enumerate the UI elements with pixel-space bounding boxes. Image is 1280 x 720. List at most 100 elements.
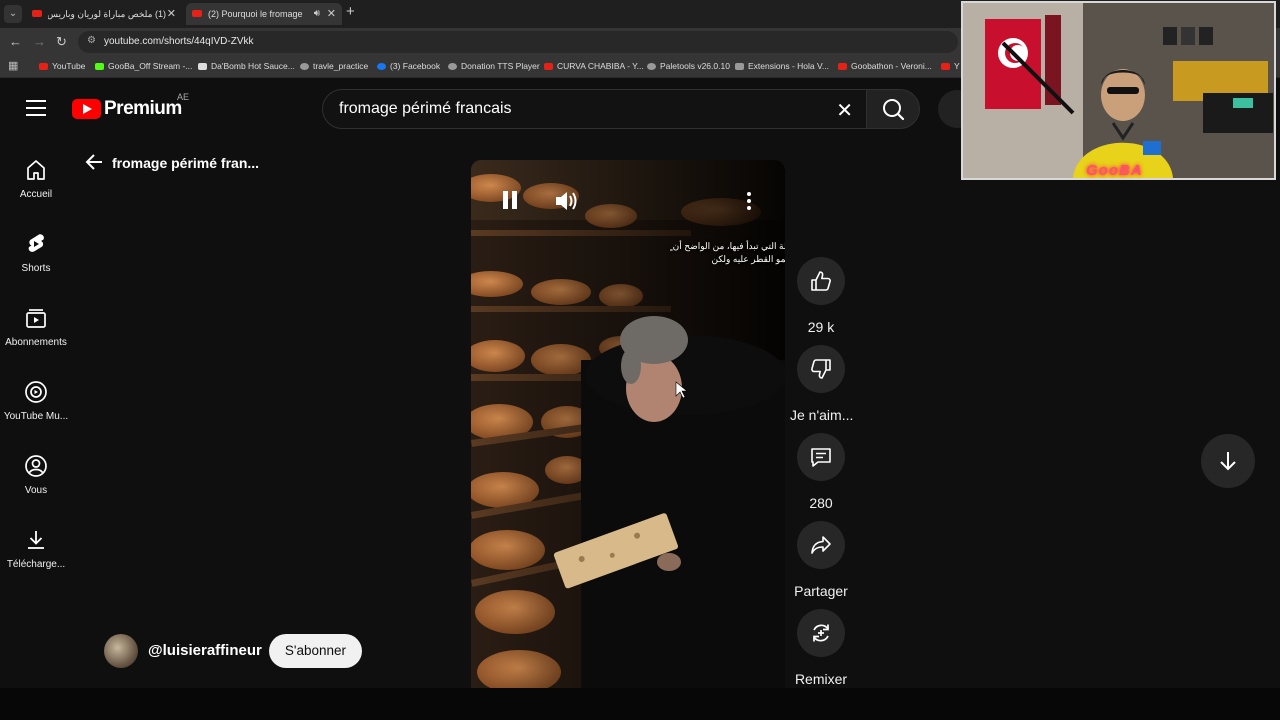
comment-icon [811,448,831,467]
pause-icon[interactable] [501,190,519,210]
menu-icon[interactable] [26,100,46,116]
sidebar-item-you[interactable]: Vous [0,454,72,514]
webcam-overlay [961,1,1276,180]
compass-icon [300,63,309,70]
sidebar-item-home[interactable]: Accueil [0,158,72,218]
new-tab-button[interactable]: + [346,3,355,20]
dislike-action: Je n'aim... [790,345,854,423]
url-text: youtube.com/shorts/44qIVD-ZVkk [104,36,254,47]
reload-icon[interactable]: ↻ [56,34,67,50]
globe-icon [647,63,656,70]
country-code: AE [177,92,190,102]
remix-button[interactable] [797,609,845,657]
bookmark-item[interactable]: (3) Facebook [377,61,440,71]
webcam-logo-text: GooBA [1086,162,1143,179]
sidebar-item-label: Accueil [19,189,53,200]
comments-count: 280 [809,495,833,511]
download-icon [28,531,44,549]
webcam-feed [963,3,1274,178]
remix-label: Remixer [794,671,848,687]
youtube-icon [39,63,48,70]
sidebar-item-subscriptions[interactable]: Abonnements [0,306,72,366]
sidebar-item-label: Shorts [21,263,51,274]
tab-title: (1) ملخص مباراة لوريان وباريس [48,9,166,19]
dislike-label: Je n'aim... [790,407,854,423]
like-button[interactable] [797,257,845,305]
arrow-left-icon [85,154,102,170]
channel-handle[interactable]: @luisieraffineur [148,642,262,659]
share-button[interactable] [797,521,845,569]
share-icon [811,536,831,554]
taskbar-strip [0,688,1280,720]
search-icon [883,99,905,121]
sidebar-item-label: Télécharge... [6,559,66,570]
search-box: ✕ [322,89,868,129]
bookmark-b-icon [198,63,207,70]
close-tab-icon[interactable]: ✕ [167,3,176,25]
comments-button[interactable] [797,433,845,481]
tab-search-button[interactable]: ⌄ [4,5,22,23]
bookmark-item[interactable]: Da'Bomb Hot Sauce... [198,61,295,71]
bookmark-item[interactable]: Donation TTS Player [448,61,540,71]
bookmark-item[interactable]: GooBa_Off Stream -... [95,61,192,71]
search-input[interactable] [339,100,819,118]
share-label: Partager [794,583,848,599]
share-action: Partager [790,521,852,599]
thumbs-down-icon [811,359,831,379]
like-count: 29 k [807,319,835,335]
remix-icon [813,624,829,642]
sidebar-item-shorts[interactable]: Shorts [0,232,72,292]
tab-title: (2) Pourquoi le fromage ne [208,9,304,19]
user-icon [25,455,47,477]
back-nav-icon[interactable]: ← [9,34,22,49]
clear-search-icon[interactable]: ✕ [836,98,853,123]
sidebar-item-downloads[interactable]: Télécharge... [0,528,72,588]
sidebar-item-label: Vous [24,485,48,496]
like-action: 29 k [790,257,852,335]
tab-audio-icon[interactable]: 🔊︎ [314,3,320,25]
browser-tab-2[interactable]: (2) Pourquoi le fromage ne 🔊︎ ✕ [186,3,342,25]
volume-icon[interactable] [555,190,579,212]
back-button[interactable] [84,152,104,177]
site-info-icon[interactable]: ⚙ [87,35,96,46]
more-options-icon[interactable] [746,191,752,211]
channel-avatar[interactable] [104,634,138,668]
remix-action: Remixer [790,609,852,687]
search-button[interactable] [866,89,920,129]
youtube-favicon-icon [192,10,202,17]
youtube-favicon-icon [32,10,42,17]
bookmark-item[interactable]: Goobathon - Veroni... [838,61,932,71]
arrow-down-icon [1220,452,1236,471]
bookmark-item[interactable]: Extensions - Hola V... [735,61,829,71]
sidebar-item-youtube-music[interactable]: YouTube Mu... [0,380,72,440]
forward-nav-icon[interactable]: → [33,34,46,49]
apps-grid-icon[interactable]: ▦ [8,59,18,72]
comments-action: 280 [790,433,852,511]
next-video-button[interactable] [1201,434,1255,488]
globe-icon [448,63,457,70]
sidebar-item-label: YouTube Mu... [3,411,69,422]
youtube-music-icon [25,381,47,403]
page-title: fromage périmé fran... [112,155,260,171]
shorts-video-player[interactable]: ظة التي تبدأ فيها، من الواضح أن ٍ يتمو ا… [471,160,785,688]
bookmark-item[interactable]: Y [941,61,960,71]
youtube-icon [941,63,950,70]
subscribe-button[interactable]: S'abonner [269,634,362,668]
logo-text: Premium [104,98,182,119]
bookmark-item[interactable]: YouTube [39,61,85,71]
address-bar[interactable]: ⚙ youtube.com/shorts/44qIVD-ZVkk [78,31,958,53]
video-caption: ظة التي تبدأ فيها، من الواضح أن ٍ يتمو ا… [670,241,785,264]
youtube-icon [838,63,847,70]
youtube-icon [544,63,553,70]
sidebar-item-label: Abonnements [5,337,67,348]
bookmark-item[interactable]: Paletools v26.0.10 [647,61,730,71]
bookmark-item[interactable]: travle_practice [300,61,368,71]
close-tab-icon[interactable]: ✕ [327,3,336,25]
facebook-icon [377,63,386,70]
youtube-play-icon [72,99,101,119]
shorts-icon [28,234,44,252]
bookmark-item[interactable]: CURVA CHABIBA - Y... [544,61,644,71]
dislike-button[interactable] [797,345,845,393]
subscriptions-icon [26,309,46,328]
browser-tab-1[interactable]: (1) ملخص مباراة لوريان وباريس ✕ [26,3,182,25]
